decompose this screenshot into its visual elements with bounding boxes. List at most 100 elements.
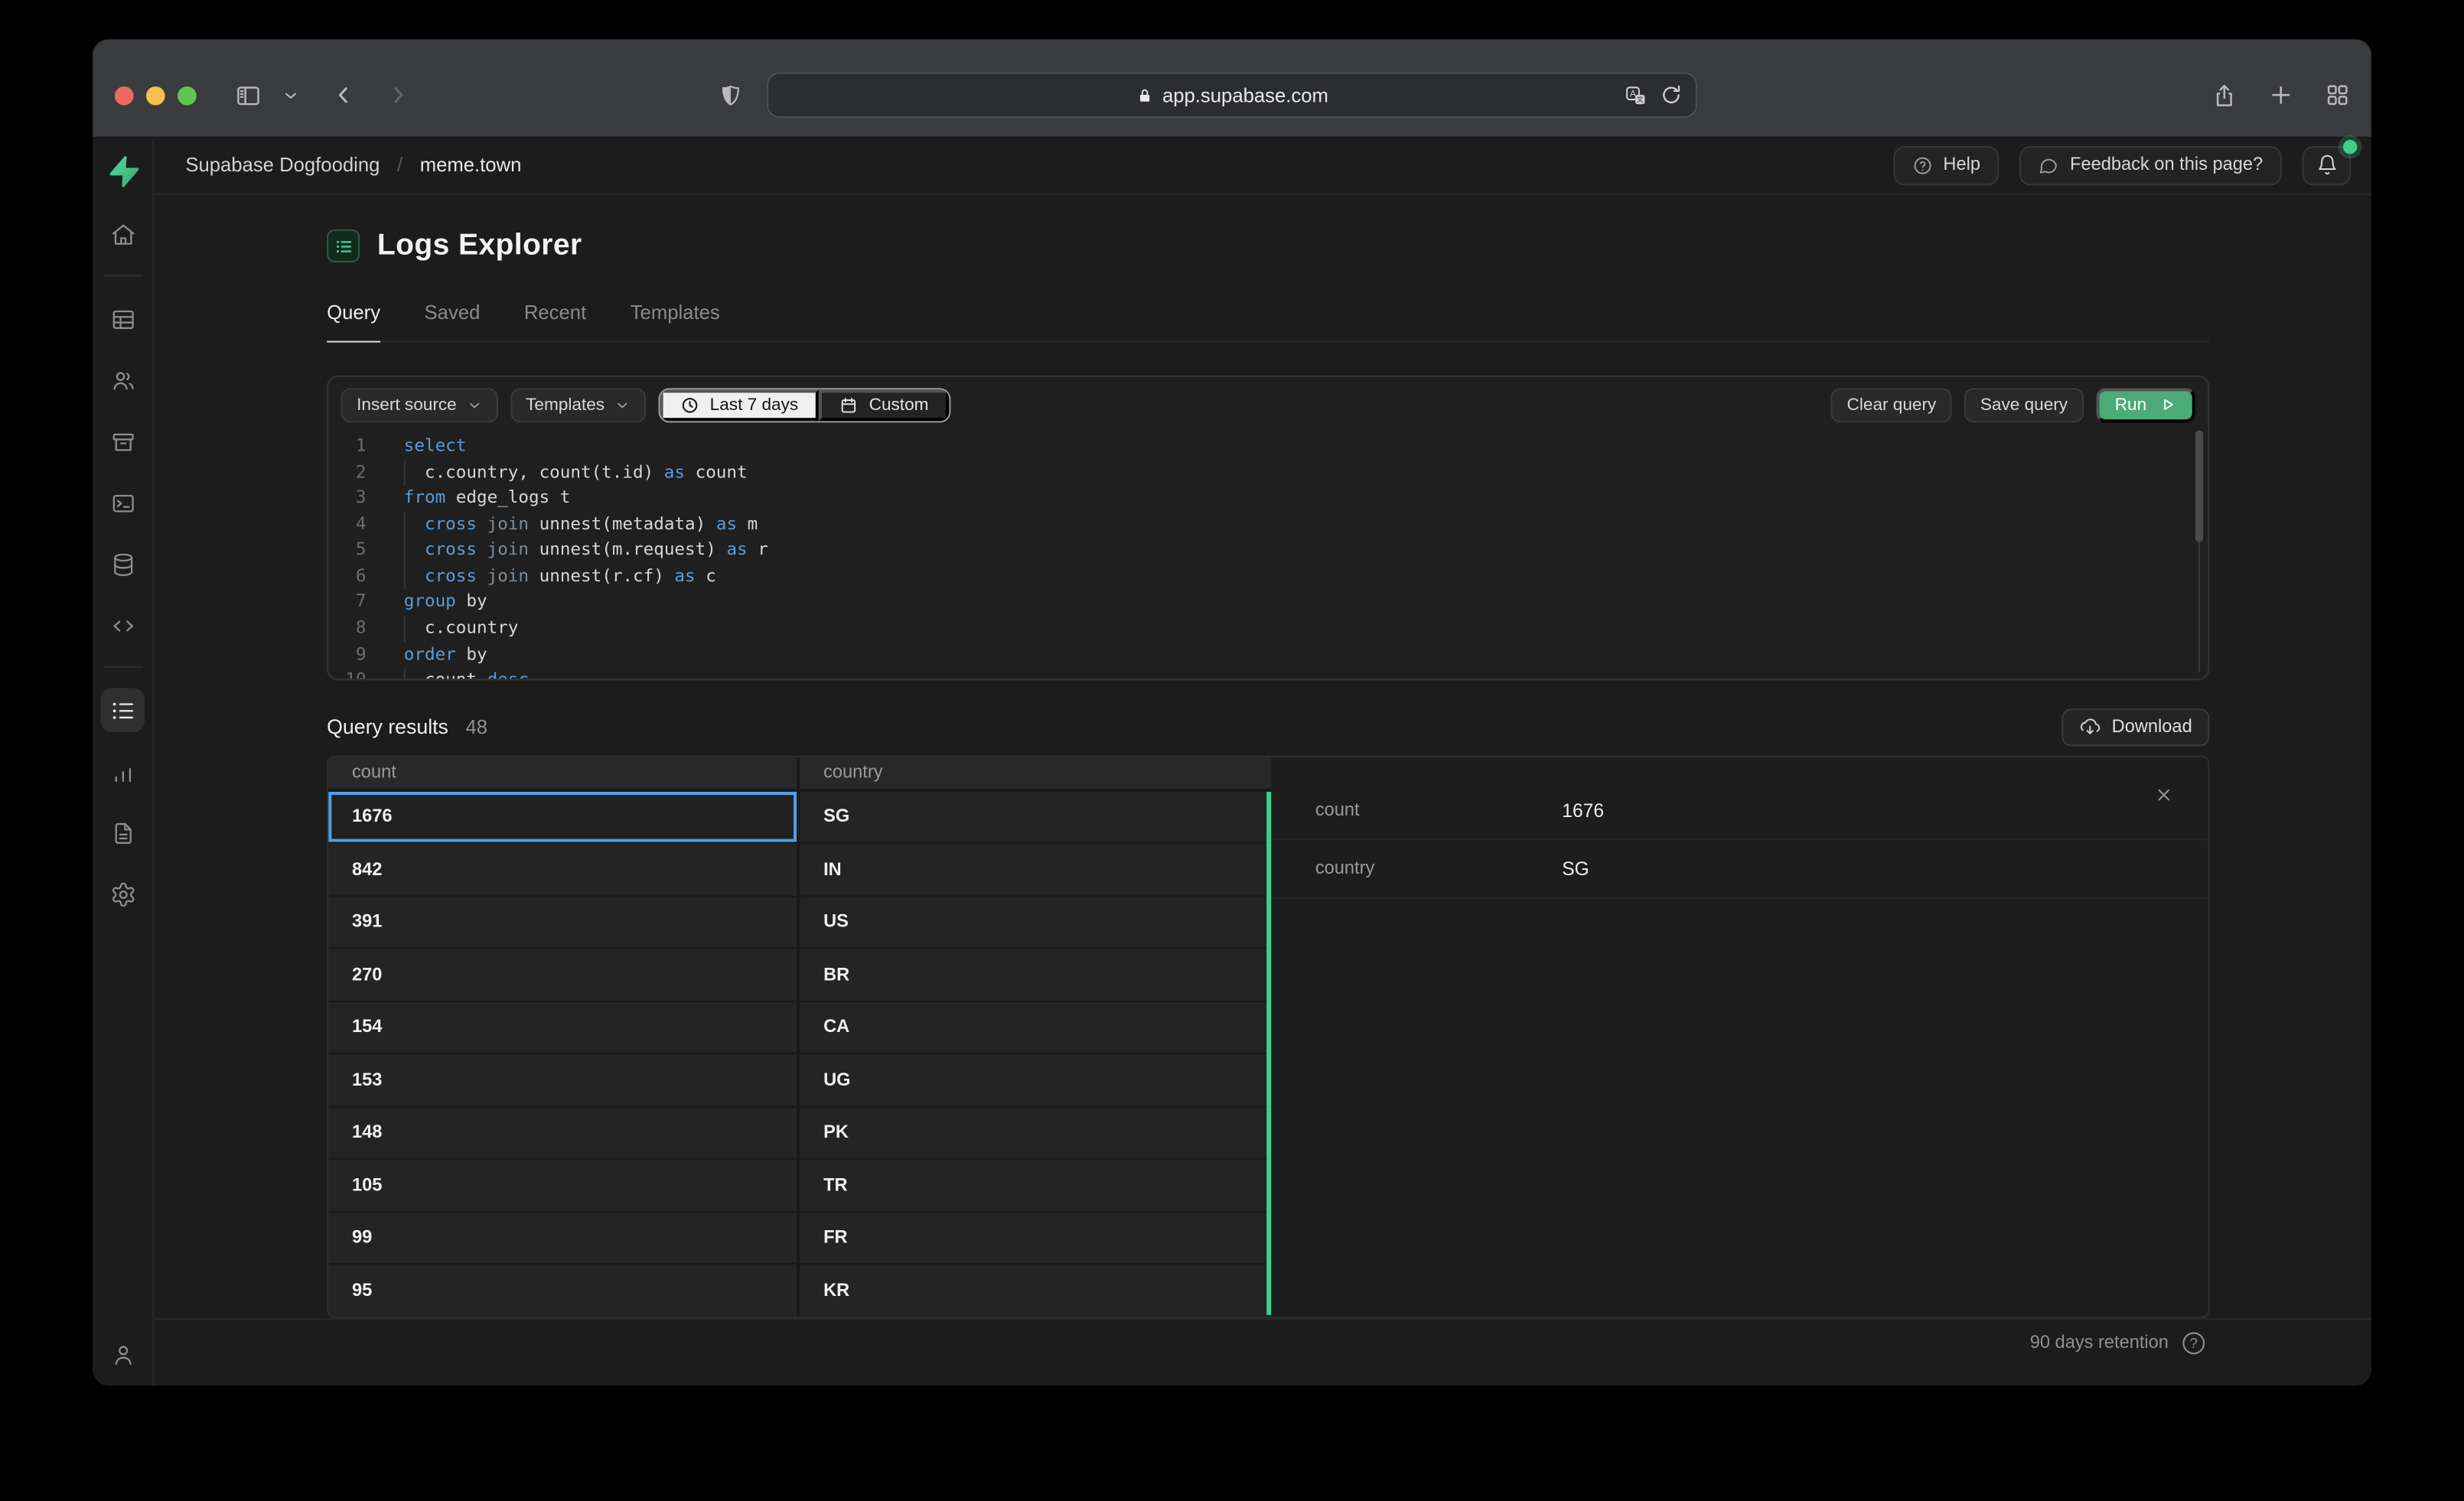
sql-editor-icon[interactable]	[100, 480, 144, 524]
minimize-window-button[interactable]	[145, 86, 165, 106]
forward-icon[interactable]	[385, 82, 412, 109]
cloud-download-icon	[2079, 716, 2101, 738]
close-icon[interactable]	[2154, 786, 2173, 805]
cell-country[interactable]: SG	[800, 792, 1271, 843]
logs-explorer-icon[interactable]	[100, 688, 145, 732]
cell-country[interactable]: UG	[800, 1055, 1271, 1106]
insert-source-button[interactable]: Insert source	[341, 388, 498, 423]
detail-label: country	[1315, 859, 1375, 878]
notifications-button[interactable]	[2302, 145, 2352, 186]
feedback-button[interactable]: Feedback on this page?	[2019, 145, 2282, 186]
download-button[interactable]: Download	[2061, 708, 2210, 747]
privacy-shield-icon[interactable]	[718, 82, 743, 110]
help-button[interactable]: Help	[1892, 145, 2000, 186]
tab-saved[interactable]: Saved	[425, 301, 481, 340]
cell-count[interactable]: 842	[328, 844, 800, 896]
sidebar-chevron-icon[interactable]	[283, 88, 299, 104]
retention-help-icon[interactable]: ?	[2182, 1332, 2205, 1355]
line-number: 2	[355, 461, 367, 482]
results-panel: count country 1676 SG 842 IN 391 US 270 BR 154 CA…	[327, 755, 2210, 1318]
cell-country[interactable]: PK	[800, 1108, 1271, 1159]
table-row[interactable]: 1676 SG	[328, 791, 1272, 845]
column-header-count[interactable]: count	[328, 757, 800, 789]
share-icon[interactable]	[2211, 82, 2237, 110]
new-tab-icon[interactable]	[2267, 82, 2294, 109]
detail-label: count	[1315, 801, 1360, 820]
database-icon[interactable]	[100, 542, 144, 585]
cell-count[interactable]: 153	[328, 1054, 800, 1106]
breadcrumb-project[interactable]: meme.town	[420, 155, 522, 177]
cell-country[interactable]: FR	[800, 1213, 1271, 1264]
tab-recent[interactable]: Recent	[524, 301, 586, 340]
table-row[interactable]: 153 UG	[328, 1054, 1272, 1108]
browser-window: app.supabase.com A文 Supabase Dogfooding …	[93, 39, 2371, 1386]
cell-count[interactable]: 105	[328, 1160, 800, 1212]
feedback-bubble-icon	[2039, 155, 2059, 176]
code-line: 6 cross join unnest(r.cf) as c	[328, 564, 2208, 590]
translate-icon[interactable]: A文	[1623, 83, 1648, 108]
cell-country[interactable]: TR	[800, 1160, 1271, 1211]
table-editor-icon[interactable]	[100, 297, 144, 340]
page-footer: 90 days retention ?	[154, 1317, 2371, 1385]
date-range-toggle: Last 7 days Custom	[657, 388, 951, 423]
cell-count[interactable]: 391	[328, 897, 800, 949]
close-window-button[interactable]	[114, 86, 134, 106]
custom-range-button[interactable]: Custom	[818, 389, 950, 422]
cell-country[interactable]: US	[800, 897, 1271, 948]
account-icon[interactable]	[100, 1332, 144, 1376]
tab-query[interactable]: Query	[327, 301, 381, 343]
sidebar-toggle-icon[interactable]	[234, 82, 262, 110]
line-number: 1	[355, 435, 367, 456]
auth-icon[interactable]	[100, 358, 144, 402]
address-bar[interactable]: app.supabase.com A文	[767, 72, 1697, 119]
code-text: c.country	[382, 616, 518, 642]
table-row[interactable]: 148 PK	[328, 1107, 1272, 1161]
zoom-window-button[interactable]	[178, 86, 197, 106]
browser-chrome: app.supabase.com A文	[93, 39, 2371, 138]
table-row[interactable]: 391 US	[328, 897, 1272, 950]
tab-overview-icon[interactable]	[2324, 82, 2351, 109]
table-row[interactable]: 154 CA	[328, 1002, 1272, 1055]
clear-query-button[interactable]: Clear query	[1831, 388, 1952, 423]
settings-icon[interactable]	[100, 872, 144, 917]
breadcrumb-org[interactable]: Supabase Dogfooding	[185, 155, 380, 177]
home-icon[interactable]	[100, 212, 144, 256]
run-query-button[interactable]: Run	[2096, 388, 2195, 423]
table-row[interactable]: 842 IN	[328, 844, 1272, 897]
cell-country[interactable]: BR	[800, 949, 1271, 1001]
cell-count[interactable]: 1676	[328, 791, 800, 843]
supabase-app: Supabase Dogfooding / meme.town Help Fee…	[93, 138, 2371, 1386]
query-toolbar: Insert source Templates Last 7 days Cust…	[328, 377, 2208, 426]
table-row[interactable]: 95 KR	[328, 1265, 1272, 1317]
code-text: cross join unnest(m.request) as r	[382, 537, 768, 564]
docs-icon[interactable]	[100, 811, 144, 855]
table-row[interactable]: 105 TR	[328, 1160, 1272, 1213]
tab-templates[interactable]: Templates	[631, 301, 720, 340]
cell-count[interactable]: 148	[328, 1107, 800, 1159]
reports-icon[interactable]	[100, 750, 144, 793]
table-row[interactable]: 270 BR	[328, 949, 1272, 1003]
table-row[interactable]: 99 FR	[328, 1213, 1272, 1265]
calendar-icon	[839, 396, 859, 415]
cell-count[interactable]: 99	[328, 1213, 800, 1264]
code-line: 9 order by	[328, 642, 2208, 668]
cell-count[interactable]: 270	[328, 949, 800, 1001]
lock-icon	[1136, 86, 1153, 105]
storage-icon[interactable]	[100, 419, 144, 463]
cell-country[interactable]: CA	[800, 1002, 1271, 1053]
column-header-country[interactable]: country	[800, 757, 1271, 789]
back-icon[interactable]	[330, 82, 357, 109]
bell-icon	[2316, 155, 2338, 177]
cell-count[interactable]: 154	[328, 1002, 800, 1053]
save-query-button[interactable]: Save query	[1964, 388, 2084, 423]
sql-editor[interactable]: 1 select 2 c.country, count(t.id) as count…	[328, 434, 2208, 679]
supabase-logo[interactable]	[106, 154, 140, 188]
reload-icon[interactable]	[1660, 83, 1683, 107]
edge-functions-icon[interactable]	[100, 604, 144, 647]
last-7-days-button[interactable]: Last 7 days	[659, 389, 819, 422]
templates-button[interactable]: Templates	[510, 388, 646, 423]
cell-country[interactable]: IN	[800, 845, 1271, 896]
cell-country[interactable]: KR	[800, 1265, 1271, 1317]
editor-scrollbar-thumb[interactable]	[2195, 430, 2204, 542]
cell-count[interactable]: 95	[328, 1265, 800, 1317]
